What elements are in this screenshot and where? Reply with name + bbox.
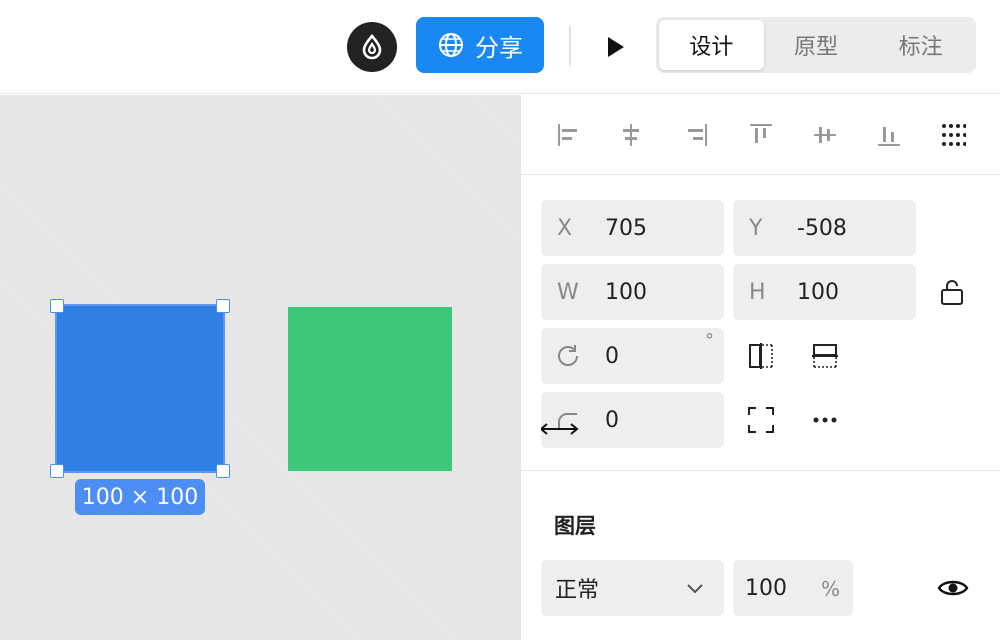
section-divider [521, 470, 1000, 471]
play-icon [608, 37, 624, 57]
top-toolbar: 分享 设计 原型 标注 [0, 0, 1000, 94]
align-middle-v-icon[interactable] [805, 115, 845, 155]
app-logo-icon[interactable] [347, 22, 397, 72]
visibility-eye-icon[interactable] [933, 568, 973, 608]
tab-design[interactable]: 设计 [659, 20, 764, 70]
opacity-field[interactable]: 100 % [733, 560, 853, 616]
play-button[interactable] [598, 30, 632, 64]
selection-size-badge: 100 × 100 [75, 479, 205, 515]
resize-handle-bottom-left[interactable] [50, 464, 64, 478]
toolbar-divider [569, 26, 571, 66]
rotation-field[interactable]: 0 ° [541, 328, 724, 384]
share-label: 分享 [475, 33, 523, 62]
align-center-h-icon[interactable] [611, 115, 651, 155]
align-bottom-icon[interactable] [869, 115, 909, 155]
align-toolbar [521, 95, 1000, 175]
mode-switcher: 设计 原型 标注 [656, 17, 976, 73]
blend-mode-value: 正常 [555, 578, 600, 603]
flip-horizontal-icon[interactable] [741, 336, 781, 376]
layer-section-title: 图层 [554, 514, 596, 538]
opacity-value[interactable]: 100 [745, 576, 787, 601]
rotation-value[interactable]: 0 [605, 344, 619, 369]
independent-corners-icon[interactable] [741, 400, 781, 440]
w-value[interactable]: 100 [605, 280, 647, 305]
flip-vertical-icon[interactable] [805, 336, 845, 376]
green-rectangle[interactable] [288, 307, 452, 471]
y-field[interactable]: Y -508 [733, 200, 916, 256]
design-canvas[interactable]: 100 × 100 [0, 95, 520, 640]
globe-icon [439, 33, 463, 57]
align-top-icon[interactable] [741, 115, 781, 155]
properties-panel: X 705 Y -508 W 100 H 100 0 ° 0 图层 正常 100… [520, 95, 1000, 640]
resize-handle-top-right[interactable] [216, 299, 230, 313]
width-field[interactable]: W 100 [541, 264, 724, 320]
x-label: X [557, 215, 573, 241]
more-options-icon[interactable] [805, 400, 845, 440]
x-field[interactable]: X 705 [541, 200, 724, 256]
resize-handle-bottom-right[interactable] [216, 464, 230, 478]
rotation-unit: ° [705, 330, 714, 351]
lock-ratio-icon[interactable] [932, 272, 972, 312]
share-button[interactable]: 分享 [416, 17, 544, 73]
align-right-icon[interactable] [676, 115, 716, 155]
h-label: H [749, 279, 766, 305]
tab-prototype[interactable]: 原型 [764, 20, 869, 70]
y-value[interactable]: -508 [797, 216, 847, 241]
h-value[interactable]: 100 [797, 280, 839, 305]
y-label: Y [749, 215, 763, 241]
corner-radius-value[interactable]: 0 [605, 408, 619, 433]
rotate-icon [555, 342, 583, 376]
tab-annotation[interactable]: 标注 [868, 20, 973, 70]
blend-mode-select[interactable]: 正常 [541, 560, 724, 616]
x-value[interactable]: 705 [605, 216, 647, 241]
opacity-unit: % [821, 577, 841, 601]
corner-radius-field[interactable]: 0 [539, 392, 724, 448]
more-grid-icon[interactable] [933, 115, 973, 155]
w-label: W [557, 279, 579, 305]
resize-handle-top-left[interactable] [50, 299, 64, 313]
chevron-down-icon [685, 579, 705, 601]
align-left-icon[interactable] [549, 115, 589, 155]
corner-radius-icon [539, 406, 581, 442]
blue-rectangle[interactable] [55, 304, 225, 473]
height-field[interactable]: H 100 [733, 264, 916, 320]
